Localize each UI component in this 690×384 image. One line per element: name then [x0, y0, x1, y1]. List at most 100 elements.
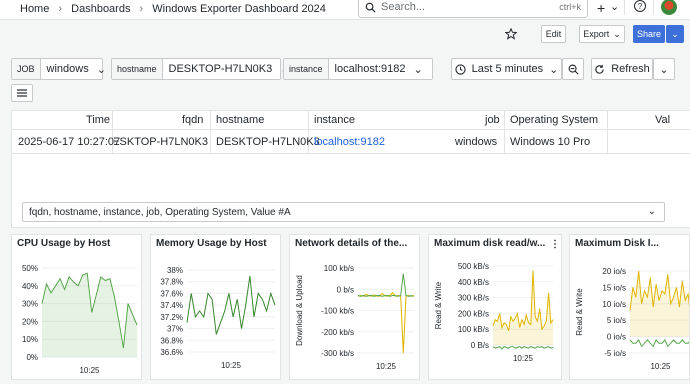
y-tick-label: 10 io/s: [602, 300, 626, 309]
chevron-down-icon: ⌄: [549, 63, 559, 76]
y-tick-label: 40%: [22, 282, 38, 291]
cell-fqdn: DESKTOP-H7LN0K3: [114, 136, 208, 148]
refresh-button[interactable]: Refresh: [591, 58, 653, 80]
breadcrumb: Home › Dashboards › Windows Exporter Das…: [20, 3, 332, 15]
memory-usage-chart: 38% 37.8% 37.6% 37.4% 37.2% 37% 36.8% 36.6% 10:2…: [160, 266, 276, 370]
time-range-label: Last 5 minutes: [471, 63, 544, 75]
y-tick-label: 100 kB/s: [458, 325, 489, 334]
y-tick-label: 37.2%: [160, 313, 183, 322]
menu-button[interactable]: [11, 84, 33, 102]
zoom-out-button[interactable]: [562, 58, 584, 80]
column-header-job[interactable]: job: [485, 114, 500, 126]
variable-value: windows: [46, 63, 89, 75]
y-tick-label: -200 kb/s: [321, 328, 354, 337]
variable-label: hostname: [112, 59, 163, 79]
y-tick-label: 50%: [22, 264, 38, 273]
hamburger-icon: [17, 89, 27, 97]
cpu-usage-chart: 50% 40% 30% 20% 10% 0% 10:25: [22, 264, 138, 375]
time-range-picker[interactable]: Last 5 minutes ⌄: [451, 58, 562, 80]
y-tick-label: 15 io/s: [602, 283, 626, 292]
x-tick-label: 10:25: [221, 361, 242, 370]
divider: [653, 0, 654, 15]
breadcrumb-separator: ›: [139, 3, 144, 15]
variable-instance[interactable]: instance localhost:9182 ⌄: [283, 58, 433, 80]
cell-instance-link[interactable]: localhost:9182: [314, 136, 385, 148]
series-line: [357, 273, 415, 297]
share-options-button[interactable]: ⌄: [666, 25, 684, 43]
search-input[interactable]: Search... ctrl+k: [358, 0, 588, 18]
variable-label: instance: [284, 59, 329, 79]
plus-icon[interactable]: +: [597, 0, 605, 16]
chevron-down-icon: ⌄: [671, 28, 679, 39]
help-icon[interactable]: ?: [634, 0, 646, 12]
variable-job[interactable]: JOB windows ⌄: [11, 58, 106, 80]
export-button[interactable]: Export ⌄: [579, 25, 625, 43]
top-navbar: Home › Dashboards › Windows Exporter Das…: [0, 0, 690, 20]
column-header-hostname[interactable]: hostname: [216, 114, 264, 126]
x-tick-label: 10:25: [650, 362, 671, 371]
column-header-time[interactable]: Time: [86, 114, 110, 126]
y-tick-label: 36.6%: [160, 348, 183, 357]
export-label: Export: [583, 29, 610, 39]
column-header-instance[interactable]: instance: [314, 114, 355, 126]
avatar[interactable]: [661, 0, 677, 15]
edit-button[interactable]: Edit: [541, 25, 566, 43]
series-line: [492, 346, 554, 350]
y-tick-label: 20%: [22, 317, 38, 326]
y-tick-label: -300 kb/s: [321, 349, 354, 358]
disk-io-chart: 20 io/s 15 io/s 10 io/s 5 io/s 0 io/s -5 io/s…: [575, 267, 689, 371]
network-chart: 100 kb/s 0 b/s -100 kb/s -200 kb/s -300 kb/s…: [295, 264, 415, 371]
series-line: [357, 291, 415, 354]
y-axis-label: Read & Write: [575, 288, 584, 336]
y-tick-label: 37.4%: [160, 301, 183, 310]
panel-disk-io[interactable]: Maximum Disk I... 20 io/s 15 io/s 10 io/s 5…: [569, 234, 690, 380]
series-line: [492, 270, 554, 331]
breadcrumb-current: Windows Exporter Dashboard 2024: [152, 3, 326, 15]
y-tick-label: 100 kb/s: [324, 264, 354, 273]
share-button[interactable]: Share: [633, 25, 665, 43]
series-area: [630, 271, 689, 337]
breadcrumb-home[interactable]: Home: [20, 3, 49, 15]
chevron-down-icon: ⌄: [96, 63, 106, 76]
y-tick-label: 37.8%: [160, 278, 183, 287]
panel-cpu-usage[interactable]: CPU Usage by Host 50% 40% 30% 20% 10% 0% 10:25: [11, 234, 142, 380]
y-tick-label: -5 io/s: [604, 349, 626, 358]
y-tick-label: 37%: [167, 325, 183, 334]
refresh-interval-button[interactable]: ⌄: [653, 58, 675, 80]
star-icon[interactable]: [505, 28, 517, 40]
breadcrumb-separator: ›: [58, 3, 63, 15]
search-placeholder: Search...: [381, 1, 426, 13]
y-tick-label: 300 kB/s: [458, 294, 489, 303]
field-selector[interactable]: fqdn, hostname, instance, job, Operating…: [22, 202, 665, 222]
series-line: [629, 338, 689, 348]
chevron-down-icon: ⌄: [659, 63, 669, 76]
refresh-icon: [595, 64, 604, 74]
cell-time: 2025-06-17 10:27:07: [18, 136, 121, 148]
panel-network-details[interactable]: Network details of the... 100 kb/s 0 b/s -…: [289, 234, 420, 380]
y-tick-label: 5 io/s: [607, 316, 626, 325]
chevron-down-icon[interactable]: ⌄: [610, 0, 619, 13]
search-icon: [365, 2, 376, 13]
y-tick-label: 0%: [26, 353, 38, 362]
chevron-down-icon: ⌄: [413, 63, 423, 76]
y-axis-label: Download & Upload: [295, 275, 304, 346]
column-header-os[interactable]: Operating System: [510, 114, 598, 126]
column-header-fqdn[interactable]: fqdn: [182, 114, 203, 126]
chevron-down-icon: ⌄: [647, 206, 656, 217]
y-tick-label: 400 kB/s: [458, 278, 489, 287]
x-tick-label: 10:25: [79, 366, 100, 375]
y-tick-label: 0 B/s: [471, 341, 489, 350]
breadcrumb-dashboards[interactable]: Dashboards: [71, 3, 130, 15]
panel-disk-read-write[interactable]: Maximum disk read/w... ⋮ 500 kB/s 400 kB/…: [428, 234, 562, 380]
table-header: Time fqdn hostname instance job Operatin…: [12, 111, 690, 130]
y-tick-label: 37.6%: [160, 289, 183, 298]
y-axis-label: Read & Write: [434, 281, 443, 329]
panel-memory-usage[interactable]: Memory Usage by Host 38% 37.8% 37.6% 37.4% 3…: [150, 234, 281, 380]
column-header-value[interactable]: Val: [655, 114, 670, 126]
x-tick-label: 10:25: [513, 354, 534, 363]
table-row: 2025-06-17 10:27:07 DESKTOP-H7LN0K3 DESK…: [12, 130, 690, 154]
variable-hostname[interactable]: hostname DESKTOP-H7LN0K3⌄: [111, 58, 289, 80]
refresh-label: Refresh: [611, 63, 650, 75]
variable-value: DESKTOP-H7LN0K3: [168, 63, 273, 75]
disk-read-write-chart: 500 kB/s 400 kB/s 300 kB/s 200 kB/s 100 kB/s…: [434, 262, 554, 363]
